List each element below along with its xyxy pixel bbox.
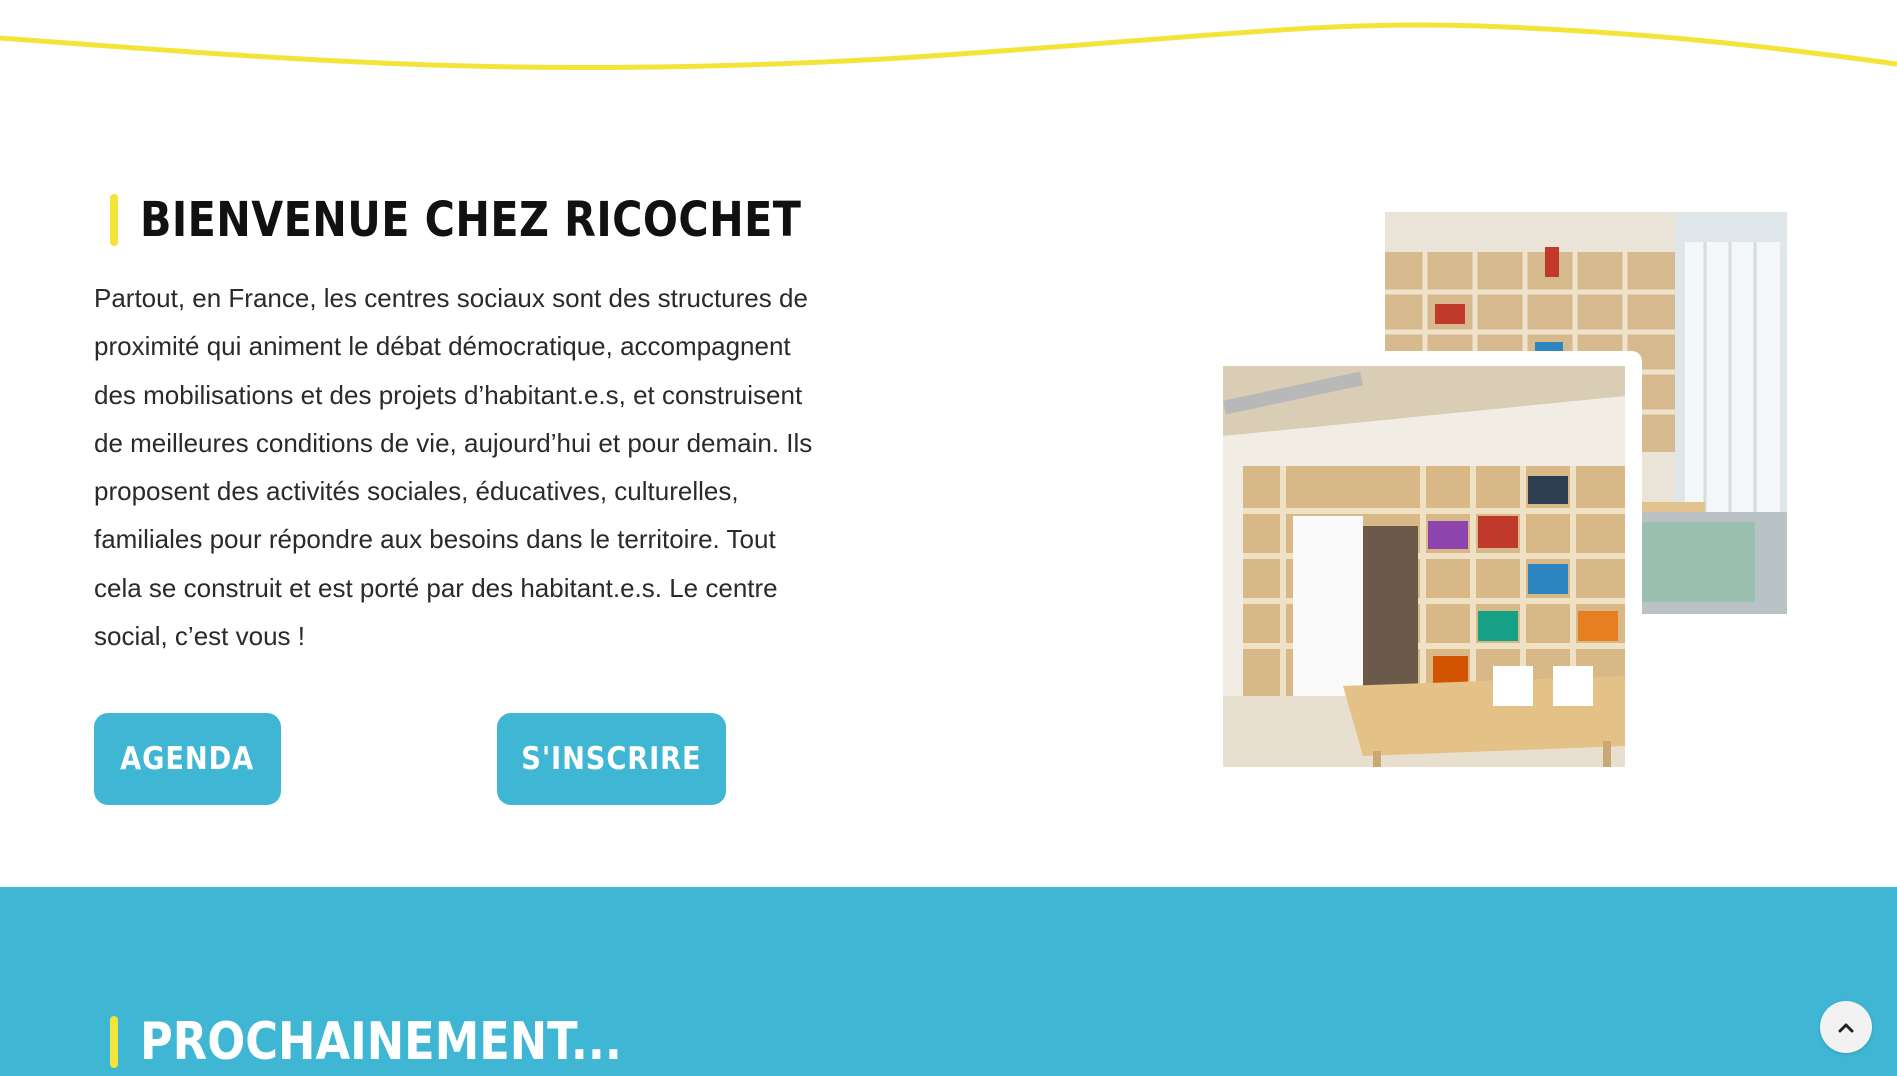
intro-paragraph: Partout, en France, les centres sociaux … bbox=[94, 274, 864, 660]
intro-line: Partout, en France, les centres sociaux … bbox=[94, 283, 808, 313]
heading-accent-bar bbox=[110, 1016, 118, 1068]
chevron-up-icon bbox=[1838, 1023, 1854, 1033]
intro-line: des mobilisations et des projets d’habit… bbox=[94, 379, 803, 410]
intro-line: familiales pour répondre aux besoins dan… bbox=[94, 524, 776, 555]
intro-line: de meilleures conditions de vie, aujourd… bbox=[94, 427, 813, 458]
intro-line: social, c’est vous ! bbox=[94, 621, 305, 652]
welcome-heading: BIENVENUE CHEZ RICOCHET bbox=[110, 190, 909, 250]
register-button[interactable]: S'INSCRIRE bbox=[497, 713, 726, 805]
heading-accent-bar bbox=[110, 194, 118, 246]
intro-line: proximité qui animent le débat démocrati… bbox=[94, 331, 791, 362]
photo-game-shelves bbox=[1223, 366, 1625, 767]
agenda-button-label: AGENDA bbox=[120, 741, 255, 777]
upcoming-title: PROCHAINEMENT... bbox=[140, 1012, 622, 1072]
register-button-label: S'INSCRIRE bbox=[521, 741, 702, 777]
agenda-button[interactable]: AGENDA bbox=[94, 713, 281, 805]
intro-line: proposent des activités sociales, éducat… bbox=[94, 476, 739, 507]
upcoming-heading: PROCHAINEMENT... bbox=[110, 1012, 700, 1072]
scroll-to-top-button[interactable] bbox=[1820, 1001, 1872, 1053]
intro-line: cela se construit et est porté par des h… bbox=[94, 572, 778, 603]
header-wave-divider bbox=[0, 22, 1897, 71]
page-title: BIENVENUE CHEZ RICOCHET bbox=[140, 192, 802, 248]
